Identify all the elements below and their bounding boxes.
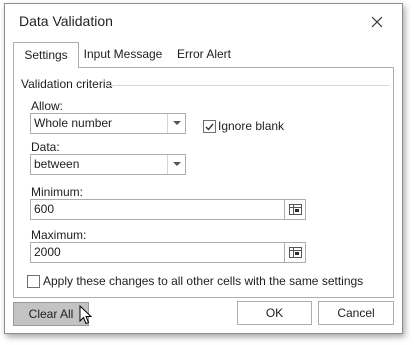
tab-settings[interactable]: Settings — [13, 42, 79, 68]
close-button[interactable] — [365, 10, 389, 34]
minimum-input[interactable]: 600 — [30, 199, 306, 220]
allow-value: Whole number — [34, 116, 113, 130]
minimum-range-button[interactable] — [284, 200, 305, 219]
range-select-icon — [288, 204, 302, 215]
apply-all-checkbox[interactable] — [27, 275, 40, 288]
data-combobox[interactable]: between — [30, 154, 186, 175]
tab-input-message[interactable]: Input Message — [81, 42, 165, 66]
data-validation-dialog: Data Validation Settings Input Message E… — [4, 3, 403, 334]
maximum-value: 2000 — [34, 245, 61, 259]
maximum-range-button[interactable] — [284, 243, 305, 262]
maximum-label: Maximum: — [31, 228, 87, 242]
data-dropdown-button[interactable] — [167, 155, 185, 174]
clear-all-button[interactable]: Clear All — [13, 302, 89, 326]
chevron-down-icon — [172, 121, 181, 125]
settings-panel: Validation criteria Allow: Whole number … — [13, 67, 394, 298]
maximum-input[interactable]: 2000 — [30, 242, 306, 263]
ok-button[interactable]: OK — [237, 301, 312, 325]
close-icon — [371, 16, 383, 28]
data-value: between — [34, 157, 80, 171]
apply-all-label[interactable]: Apply these changes to all other cells w… — [43, 274, 363, 288]
minimum-value: 600 — [34, 202, 55, 216]
allow-dropdown-button[interactable] — [167, 114, 185, 133]
mouse-pointer-icon — [79, 305, 92, 325]
chevron-down-icon — [172, 162, 181, 166]
allow-combobox[interactable]: Whole number — [30, 113, 186, 134]
allow-label: Allow: — [31, 99, 64, 113]
ignore-blank-label[interactable]: Ignore blank — [218, 119, 284, 133]
check-icon — [205, 123, 214, 131]
group-divider — [106, 85, 389, 86]
range-select-icon — [288, 247, 302, 258]
dialog-title: Data Validation — [19, 13, 113, 29]
cancel-button[interactable]: Cancel — [318, 301, 394, 325]
tab-error-alert[interactable]: Error Alert — [171, 42, 237, 66]
ignore-blank-checkbox[interactable] — [203, 120, 216, 133]
validation-criteria-title: Validation criteria — [21, 77, 116, 91]
data-label: Data: — [31, 140, 60, 154]
minimum-label: Minimum: — [31, 185, 84, 199]
